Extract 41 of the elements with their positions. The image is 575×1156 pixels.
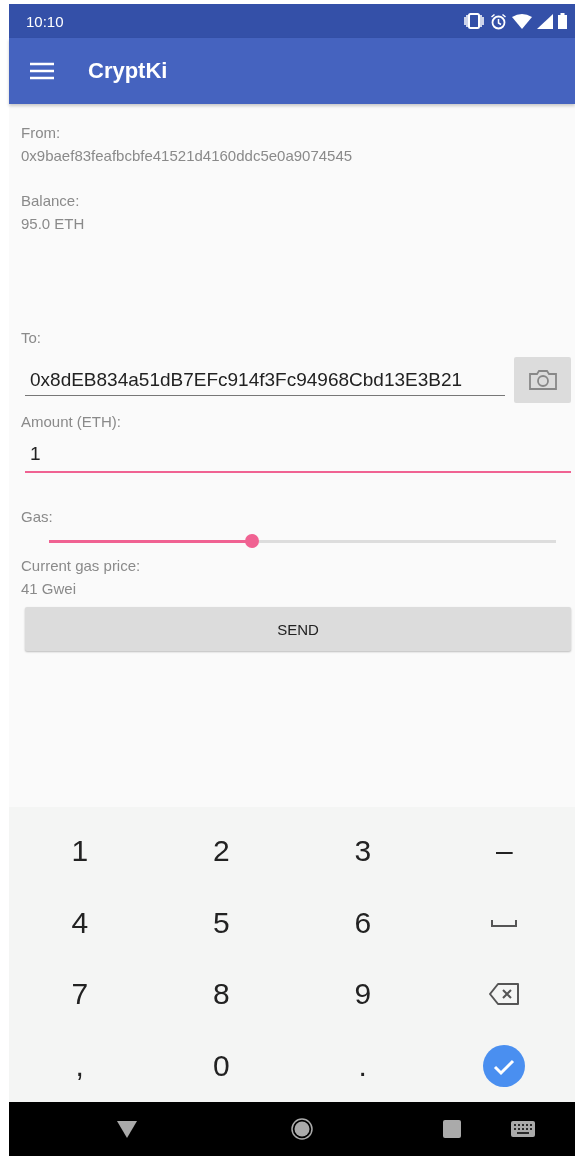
gas-price-value: 41 Gwei	[21, 579, 77, 599]
to-label: To:	[21, 328, 41, 348]
gas-price-label: Current gas price:	[21, 556, 141, 576]
recipient-address-field[interactable]: 0x8dEB834a51dB7EFc914f3Fc94968Cbd13E3B21	[25, 364, 505, 396]
backspace-icon	[488, 982, 521, 1007]
keyboard-key[interactable]: 9	[342, 973, 384, 1016]
from-address: 0x9baef83feafbcbfe41521d4160ddc5e0a9074545	[21, 146, 353, 166]
wifi-icon	[512, 13, 532, 29]
keyboard-key[interactable]: ,	[63, 1045, 96, 1088]
battery-icon	[558, 13, 567, 29]
keyboard-key[interactable]: –	[483, 829, 525, 872]
keyboard-key[interactable]: 5	[200, 901, 242, 944]
keyboard-key[interactable]: 0	[200, 1045, 242, 1088]
keyboard-key[interactable]: 6	[342, 901, 384, 944]
keyboard-icon[interactable]	[511, 1121, 535, 1137]
back-icon[interactable]	[116, 1120, 137, 1138]
slider-thumb[interactable]	[244, 534, 259, 548]
menu-icon[interactable]	[30, 62, 54, 80]
from-label: From:	[21, 123, 61, 143]
keyboard-key[interactable]: 1	[59, 829, 101, 872]
keyboard-key[interactable]: 7	[59, 973, 101, 1016]
keyboard-key[interactable]: 3	[342, 829, 384, 872]
balance-label: Balance:	[21, 191, 80, 211]
vibrate-icon	[463, 13, 485, 29]
amount-label: Amount (ETH):	[21, 412, 122, 432]
camera-button[interactable]	[514, 357, 571, 403]
keyboard-key[interactable]: 8	[200, 973, 242, 1016]
keyboard-key[interactable]: .	[346, 1045, 379, 1088]
keyboard-key[interactable]: 4	[59, 901, 101, 944]
app-title: CryptKi	[88, 58, 168, 84]
send-button[interactable]: SEND	[25, 607, 571, 651]
keyboard-key[interactable]: 2	[200, 829, 242, 872]
camera-icon	[527, 369, 558, 391]
checkmark-icon	[483, 1045, 526, 1088]
alarm-icon	[490, 12, 507, 30]
gas-label: Gas:	[21, 507, 53, 527]
status-time: 10:10	[26, 12, 65, 30]
home-icon[interactable]	[291, 1118, 313, 1140]
amount-field[interactable]: 1	[25, 433, 571, 473]
balance-value: 95.0 ETH	[21, 214, 85, 234]
signal-icon	[537, 13, 553, 29]
